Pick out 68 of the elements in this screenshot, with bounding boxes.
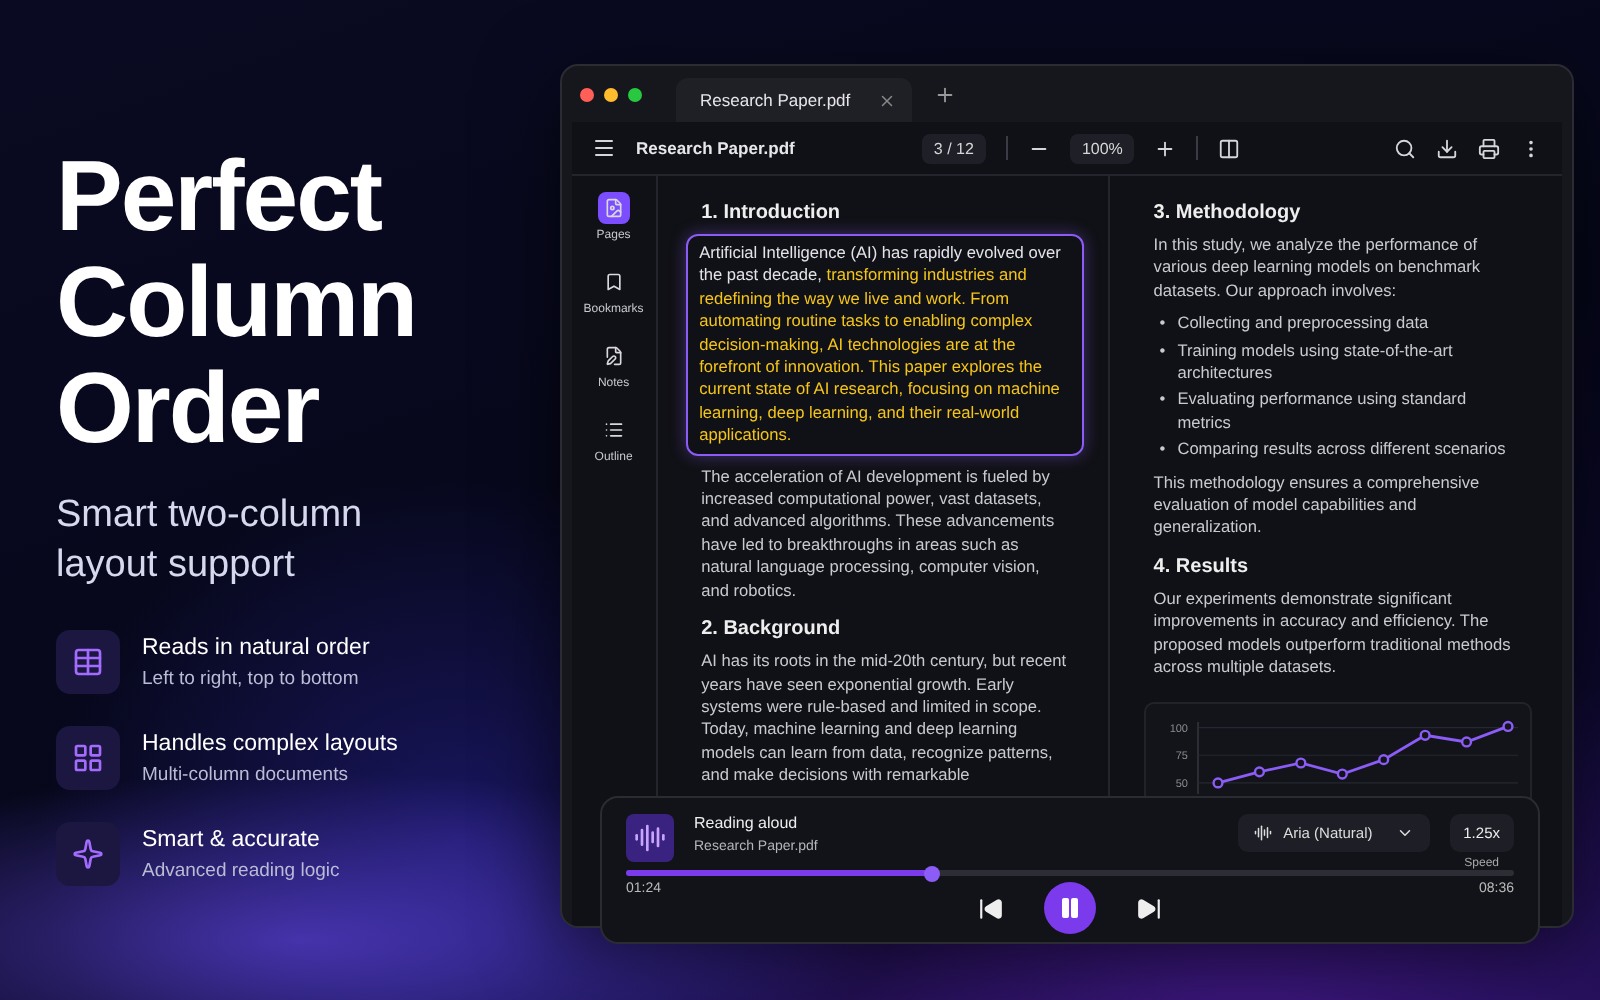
feature-title: Reads in natural order: [142, 635, 370, 659]
data-point: [1460, 735, 1472, 747]
pause-button[interactable]: [1044, 882, 1096, 934]
skip-forward-icon: [1136, 895, 1162, 921]
two-column-icon[interactable]: [1218, 137, 1241, 159]
search-icon[interactable]: [1394, 137, 1416, 159]
hero-subtitle: Smart two-column layout support: [56, 492, 365, 590]
section-heading: 1. Introduction: [701, 202, 843, 224]
close-dot[interactable]: [580, 87, 594, 101]
bullet: •: [1159, 438, 1166, 462]
section-heading: 3. Methodology: [1153, 202, 1303, 224]
bullet: •: [1159, 312, 1166, 336]
progress-track[interactable]: [626, 870, 1514, 876]
paragraph: This methodology ensures a comprehensive evaluation of model capabilities and generalization.: [1153, 471, 1482, 540]
data-point: [1253, 765, 1265, 777]
highlighted-paragraph: Artificial Intelligence (AI) has rapidly evolved over the past decade, transforming industries and redefining the way we live and work. From automating routine tasks to enabling complex decision-making, AI technologies are at the forefront of innovation. This paper explores the current state of AI research, focusing on machine learning, deep learning, and their real-world applications.: [685, 234, 1084, 456]
section-heading: 2. Background: [701, 618, 843, 641]
voice-icon: [1253, 824, 1272, 842]
printer-icon[interactable]: [1478, 137, 1500, 159]
slider-thumb[interactable]: [924, 865, 941, 881]
bookmark-icon: [603, 272, 624, 292]
skip-back-button[interactable]: [978, 895, 1004, 921]
waveform-icon: [634, 822, 666, 854]
notes-icon: [603, 346, 624, 366]
zoom-level[interactable]: 100%: [1069, 133, 1135, 163]
maximize-dot[interactable]: [628, 87, 642, 101]
hero-title: Perfect Column Order: [56, 144, 419, 462]
data-point: [1212, 776, 1224, 788]
chevron-down-icon: [1395, 824, 1414, 842]
list-item: Training models using state-of-the-art architectures: [1177, 339, 1455, 385]
pages-icon: [603, 198, 624, 218]
file-name: Research Paper.pdf: [636, 138, 795, 158]
download-icon[interactable]: [1436, 137, 1458, 159]
list-item: Collecting and preprocessing data: [1177, 312, 1429, 336]
data-point: [1377, 753, 1389, 765]
table-icon: [72, 646, 104, 678]
minimize-dot[interactable]: [604, 87, 618, 101]
list-item: Evaluating performance using standard metrics: [1177, 388, 1469, 435]
tab[interactable]: Research Paper.pdf: [676, 78, 913, 122]
close-icon[interactable]: [878, 91, 897, 109]
plus-icon[interactable]: [934, 83, 957, 105]
sidebar-button[interactable]: [597, 192, 630, 224]
menu-icon[interactable]: [592, 136, 616, 160]
skip-back-icon: [978, 895, 1004, 921]
feature-description: Advanced reading logic: [142, 859, 340, 881]
sparkle-icon: [72, 838, 104, 870]
feature-description: Multi-column documents: [142, 763, 350, 785]
zoom-in-icon[interactable]: [1154, 137, 1177, 159]
grid-icon: [72, 742, 104, 774]
paragraph: In this study, we analyze the performance of various deep learning models on benchmark datasets. Our approach involves:: [1153, 234, 1483, 303]
skip-forward-button[interactable]: [1136, 895, 1162, 921]
player-title: Reading aloud: [694, 814, 800, 832]
paragraph: Our experiments demonstrate significant improvements in accuracy and efficiency. The proposed models outperform traditional methods across multiple datasets.: [1153, 587, 1513, 679]
pause-icon: [1058, 896, 1082, 920]
feature-title: Smart & accurate: [142, 827, 322, 851]
list-item: Comparing results across different scenarios: [1177, 438, 1506, 462]
data-point: [1294, 756, 1307, 768]
paragraph: The acceleration of AI development is fueled by increased computational power, vast datasets, and advanced algorithms. These advancements have led to breakthroughs in areas such as natural language processing, computer vision, and robotics.: [701, 465, 1057, 603]
page-indicator[interactable]: 3 / 12: [921, 133, 986, 163]
data-point: [1502, 719, 1514, 732]
bullet: •: [1159, 339, 1166, 364]
section-heading: 4. Results: [1153, 555, 1251, 578]
feature-title: Handles complex layouts: [142, 731, 398, 755]
data-point: [1336, 767, 1348, 779]
data-point: [1419, 728, 1431, 740]
feature-description: Left to right, top to bottom: [142, 667, 361, 689]
paragraph: AI has its roots in the mid-20th century, but recent years have seen exponential growth. Early systems were rule-based and limited in scope. Today, machine learning and deep learning models can learn from data, recognize patterns, and make decisions with remarkable: [701, 650, 1068, 788]
bullet: •: [1159, 388, 1166, 413]
